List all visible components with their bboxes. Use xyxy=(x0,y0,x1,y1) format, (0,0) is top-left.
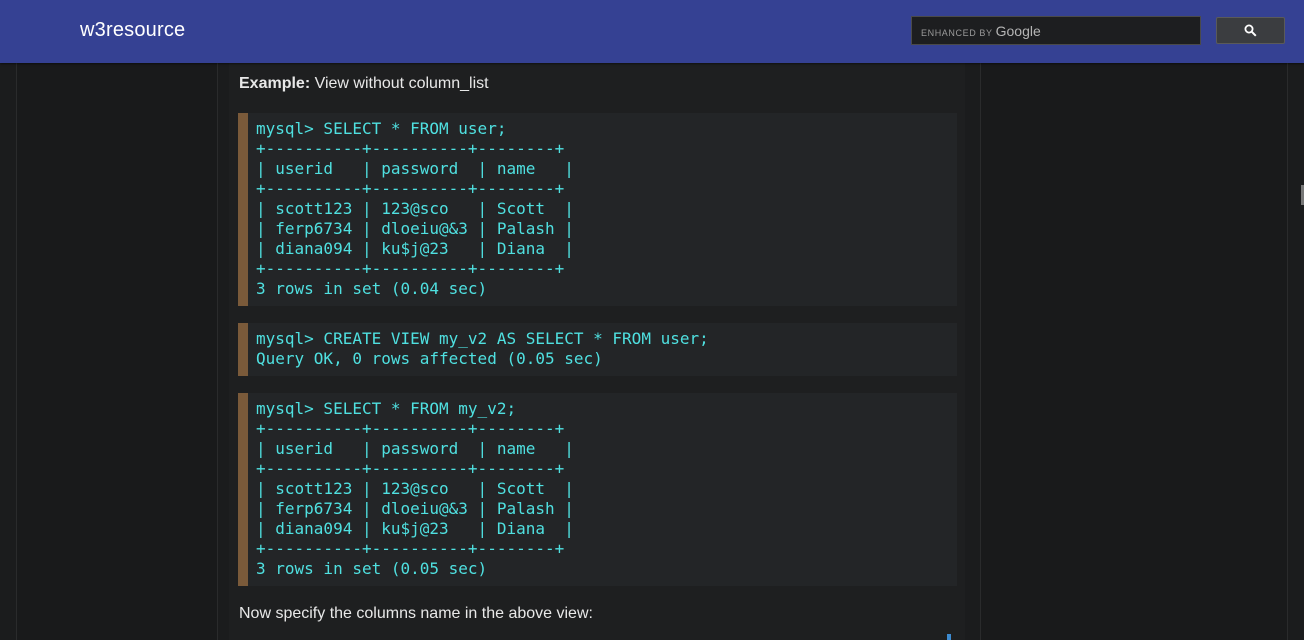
code-block-select-user: mysql> SELECT * FROM user; +----------+-… xyxy=(238,113,957,306)
code-text: mysql> SELECT * FROM user; +----------+-… xyxy=(256,119,574,298)
search-button[interactable] xyxy=(1216,17,1285,44)
example-heading: Example: View without column_list xyxy=(239,75,489,93)
site-header: w3resource ENHANCED BY Google xyxy=(0,0,1304,63)
right-sidebar xyxy=(980,63,1288,640)
left-sidebar xyxy=(16,63,218,640)
page: w3resource ENHANCED BY Google Example: Vi… xyxy=(0,0,1304,640)
columns-instruction: Now specify the columns name in the abov… xyxy=(239,605,593,622)
search-icon xyxy=(1244,24,1257,37)
search-box[interactable]: ENHANCED BY Google xyxy=(911,16,1201,45)
site-logo-link[interactable]: w3resource xyxy=(80,19,185,42)
example-label: Example: xyxy=(239,75,311,92)
search-input[interactable] xyxy=(912,17,1200,44)
code-text: mysql> SELECT * FROM my_v2; +----------+… xyxy=(256,399,574,578)
code-text: mysql> CREATE VIEW my_v2 AS SELECT * FRO… xyxy=(256,329,709,368)
link-fragment xyxy=(947,634,951,640)
example-text: View without column_list xyxy=(310,75,489,92)
code-block-select-view: mysql> SELECT * FROM my_v2; +----------+… xyxy=(238,393,957,586)
code-block-create-view: mysql> CREATE VIEW my_v2 AS SELECT * FRO… xyxy=(238,323,957,376)
